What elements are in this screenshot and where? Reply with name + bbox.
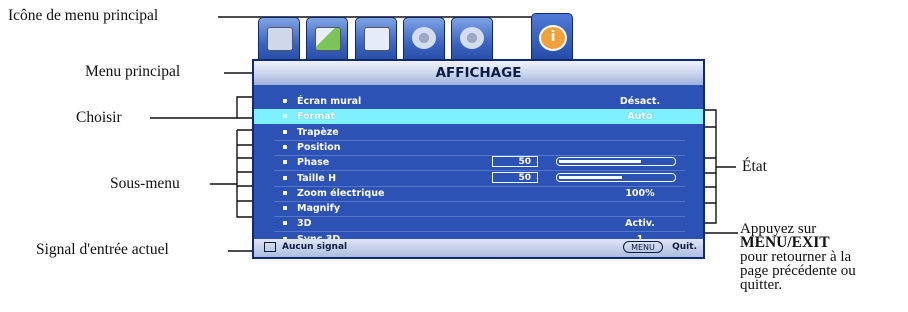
row-slider[interactable] xyxy=(556,157,676,167)
menu-key-button[interactable]: MENU xyxy=(623,241,663,253)
row-bullet xyxy=(283,129,287,134)
menu-icon-callout: Icône de menu principal xyxy=(8,7,159,24)
tab-source[interactable] xyxy=(355,17,397,59)
row-label: Format xyxy=(297,111,336,123)
row-bullet xyxy=(283,160,287,165)
row-bullet xyxy=(283,190,287,195)
tab-display[interactable] xyxy=(258,17,300,59)
row-bullet xyxy=(283,206,287,211)
menu-exit-note: Appuyez sur MENU/EXIT pour retourner à l… xyxy=(740,221,856,293)
row-slider[interactable] xyxy=(556,172,676,182)
row-label: 3D xyxy=(297,218,312,230)
state-callout: État xyxy=(742,158,767,175)
display-icon xyxy=(267,27,293,51)
row-number: 50 xyxy=(492,156,538,168)
menu-row[interactable]: Trapèze xyxy=(254,125,703,141)
row-label: Magnify xyxy=(297,203,341,215)
row-label: Phase xyxy=(297,157,330,169)
slider-fill xyxy=(559,175,622,179)
row-label: Écran mural xyxy=(297,96,362,107)
menu-row[interactable]: Phase 50 xyxy=(254,155,703,172)
signal-callout: Signal d'entrée actuel xyxy=(36,241,169,258)
menu-row[interactable]: Taille H 50 xyxy=(254,171,703,187)
row-label: Position xyxy=(297,141,341,153)
row-label: Taille H xyxy=(297,172,337,184)
signal-status: Aucun signal xyxy=(282,242,348,252)
tab-advanced-setup[interactable] xyxy=(451,17,493,59)
submenu-callout: Sous-menu xyxy=(110,175,180,192)
row-value: Activ. xyxy=(625,218,655,230)
row-bullet xyxy=(283,99,287,103)
advanced-setup-icon xyxy=(460,27,484,49)
row-value: Désact. xyxy=(619,96,661,107)
menu-title: AFFICHAGE xyxy=(254,61,703,85)
tab-information[interactable]: i xyxy=(531,13,573,61)
row-number: 50 xyxy=(492,171,538,183)
choose-callout: Choisir xyxy=(76,109,122,126)
osd-menu: AFFICHAGE Écran mural Désact. Format Auto Tr… xyxy=(252,59,705,259)
source-icon xyxy=(364,27,390,51)
menu-row[interactable]: Écran mural Désact. xyxy=(254,94,703,110)
menu-row[interactable]: Magnify xyxy=(254,201,703,218)
main-menu-callout: Menu principal xyxy=(85,63,181,80)
row-bullet xyxy=(283,175,287,180)
row-label: Zoom électrique xyxy=(297,187,385,199)
quit-label[interactable]: Quit. xyxy=(672,242,697,252)
menu-row[interactable]: Position xyxy=(254,140,703,156)
menu-row[interactable]: 3D Activ. xyxy=(254,216,703,233)
slider-fill xyxy=(559,160,641,164)
information-icon: i xyxy=(539,25,567,51)
row-value: Auto xyxy=(627,111,653,123)
menu-row[interactable]: Format Auto xyxy=(254,109,703,125)
row-value: 100% xyxy=(625,187,655,199)
tab-system-setup[interactable] xyxy=(403,17,445,59)
tab-picture[interactable] xyxy=(306,17,348,59)
menu-row[interactable]: Zoom électrique 100% xyxy=(254,186,703,202)
row-bullet xyxy=(283,114,287,119)
picture-icon xyxy=(315,27,341,51)
system-setup-icon xyxy=(412,27,436,49)
input-signal-icon xyxy=(264,242,276,252)
menu-footer: Aucun signal MENU Quit. xyxy=(254,239,703,257)
row-bullet xyxy=(283,144,287,149)
row-label: Trapèze xyxy=(297,126,339,138)
row-bullet xyxy=(283,221,287,226)
